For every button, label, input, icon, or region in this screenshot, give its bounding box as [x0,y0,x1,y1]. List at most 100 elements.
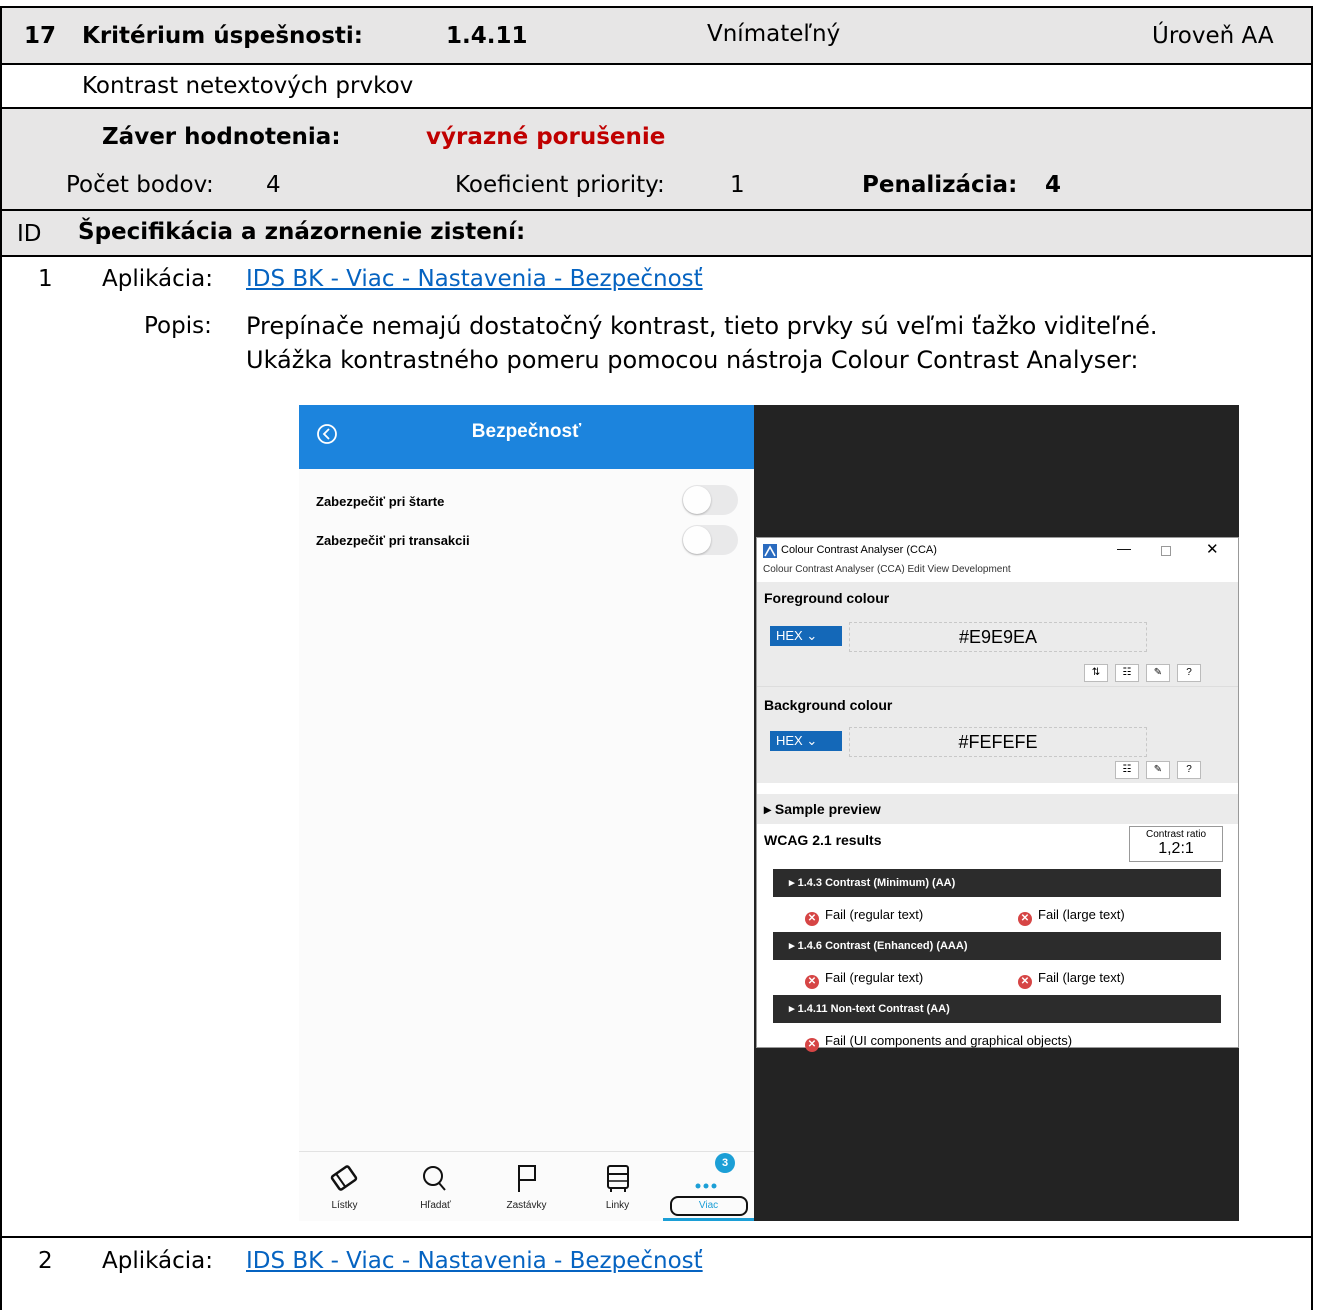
background-format-select[interactable]: HEX ⌄ [770,731,842,751]
table-border [0,255,1312,257]
eyedropper-icon[interactable]: ✎ [1146,761,1170,779]
help-icon[interactable]: ? [1177,761,1201,779]
finding-desc-line1: Prepínače nemajú dostatočný kontrast, ti… [246,312,1158,340]
cca-window-title: Colour Contrast Analyser (CCA) [781,544,937,556]
tab-lines[interactable]: Linky [572,1152,663,1221]
result-1-4-6[interactable]: ▸ 1.4.6 Contrast (Enhanced) (AAA) [773,932,1221,960]
findings-id-label: ID [17,221,42,247]
tab-stops[interactable]: Zastávky [481,1152,572,1221]
result-1-4-11[interactable]: ▸ 1.4.11 Non-text Contrast (AA) [773,995,1221,1023]
swap-icon[interactable]: ⇅ [1084,664,1108,682]
priority-label: Koeficient priority: [455,172,665,198]
sample-preview-text: Sample preview [774,801,881,817]
criterion-number: 17 [24,23,57,49]
table-border [0,107,1312,109]
fail-icon: ✕ [1018,975,1032,989]
table-border [0,209,1312,211]
bus-icon [607,1165,629,1192]
criterion-name: Kontrast netextových prvkov [82,73,414,99]
finding-id: 1 [38,266,53,292]
fail-text: Fail (UI components and graphical object… [825,1033,1073,1048]
fail-text: Fail (large text) [1038,970,1125,985]
tab-more[interactable]: 3 Viac [663,1152,754,1221]
points-value: 4 [266,172,281,198]
criterion-principle: Vnímateľný [707,21,841,47]
finding-desc-label: Popis: [144,313,212,339]
criterion-level: Úroveň AA [1152,23,1274,49]
table-border [1311,6,1313,1310]
minimize-icon[interactable]: — [1117,540,1131,556]
eyedropper-icon[interactable]: ✎ [1146,664,1170,682]
criterion-code: 1.4.11 [446,23,528,49]
fail-text: Fail (large text) [1038,907,1125,922]
transaction-lock-toggle[interactable] [682,525,738,555]
priority-value: 1 [730,172,745,198]
tab-search[interactable]: Hľadať [390,1152,481,1221]
finding-app-link[interactable]: IDS BK - Viac - Nastavenia - Bezpečnosť [246,264,703,294]
fail-large-text: ✕ Fail (large text) [1018,970,1125,989]
foreground-section: Foreground colour HEX ⌄ #E9E9EA ⇅ ☷ ✎ ? [757,582,1238,686]
contrast-ratio-label: Contrast ratio [1145,829,1207,840]
close-icon[interactable]: ✕ [1206,540,1219,558]
findings-title: Špecifikácia a znázornenie zistení: [78,219,526,245]
fail-icon: ✕ [805,975,819,989]
tab-label: Linky [605,1200,630,1211]
help-icon[interactable]: ? [1177,664,1201,682]
active-tab-indicator [663,1218,754,1221]
tab-label: Viac [698,1200,719,1211]
finding-app-label: Aplikácia: [102,1248,214,1274]
conclusion-label: Záver hodnotenia: [102,124,341,150]
tab-label: Lístky [331,1200,358,1211]
sliders-icon[interactable]: ☷ [1115,664,1139,682]
fail-text: Fail (regular text) [825,970,924,985]
table-border [0,63,1312,65]
background-section: Background colour HEX ⌄ #FEFEFE ☷ ✎ ? [757,686,1238,783]
maximize-icon[interactable] [1161,546,1171,556]
sample-preview-label: ▸ Sample preview [764,801,881,817]
contrast-ratio-box: Contrast ratio 1,2:1 [1129,826,1223,862]
flag-icon [518,1165,536,1192]
tab-label: Zastávky [506,1200,547,1211]
fail-regular-text: ✕ Fail (regular text) [805,970,923,989]
cca-menu-bar[interactable]: Colour Contrast Analyser (CCA) Edit View… [763,564,1011,575]
phone-screen: Bezpečnosť Zabezpečiť pri štarte Zabezpe… [299,405,754,1221]
setting-label: Zabezpečiť pri transakcii [316,533,470,548]
fail-large-text: ✕ Fail (large text) [1018,907,1125,926]
evidence-screenshot: Bezpečnosť Zabezpečiť pri štarte Zabezpe… [299,405,1239,1221]
cca-window: Colour Contrast Analyser (CCA) — ✕ Colou… [756,537,1239,1052]
results-label: WCAG 2.1 results [764,832,882,848]
fail-icon: ✕ [805,1038,819,1052]
tab-tickets[interactable]: Lístky [299,1152,390,1221]
finding-desc-line2: Ukážka kontrastného pomeru pomocou nástr… [246,346,1139,374]
background-label: Background colour [764,697,893,713]
finding-app-link[interactable]: IDS BK - Viac - Nastavenia - Bezpečnosť [246,1246,703,1276]
finding-id: 2 [38,1248,53,1274]
points-label: Počet bodov: [66,172,214,198]
result-title: 1.4.3 Contrast (Minimum) (AA) [797,877,956,889]
phone-header: Bezpečnosť [299,405,754,469]
fail-icon: ✕ [805,912,819,926]
foreground-hex-input[interactable]: #E9E9EA [849,622,1147,652]
penalty-label: Penalizácia: [862,172,1018,198]
table-border [0,6,2,1310]
result-title: 1.4.6 Contrast (Enhanced) (AAA) [797,940,968,952]
background-hex-input[interactable]: #FEFEFE [849,727,1147,757]
ticket-icon [330,1165,358,1191]
search-icon [423,1166,446,1191]
result-title: 1.4.11 Non-text Contrast (AA) [797,1003,950,1015]
contrast-ratio-value: 1,2:1 [1158,840,1194,857]
tab-label: Hľadať [420,1200,451,1211]
start-lock-toggle[interactable] [682,485,738,515]
notification-badge: 3 [715,1153,735,1173]
sample-preview-toggle[interactable]: ▸ Sample preview [757,794,1238,824]
result-1-4-3[interactable]: ▸ 1.4.3 Contrast (Minimum) (AA) [773,869,1221,897]
table-border [0,1236,1312,1238]
cca-app-icon [763,544,777,558]
criterion-label: Kritérium úspešnosti: [82,23,363,49]
format-label: HEX [776,628,803,643]
foreground-format-select[interactable]: HEX ⌄ [770,626,842,646]
conclusion-value: výrazné porušenie [426,124,666,150]
penalty-value: 4 [1045,172,1062,198]
fail-text: Fail (regular text) [825,907,924,922]
sliders-icon[interactable]: ☷ [1115,761,1139,779]
